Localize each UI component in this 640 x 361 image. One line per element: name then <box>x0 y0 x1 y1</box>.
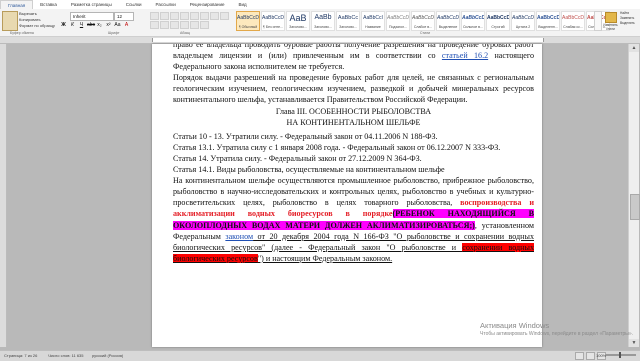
group-label-styles: Стили <box>420 31 431 35</box>
change-styles-label: Изменить стили <box>603 23 618 31</box>
paragraph-buttons <box>150 12 230 30</box>
align-right-icon[interactable] <box>170 21 179 29</box>
scroll-down-icon[interactable]: ▼ <box>629 339 639 347</box>
article-14: Статья 14. Утратила силу. - Федеральный … <box>173 153 422 163</box>
decrease-indent-icon[interactable] <box>180 12 189 20</box>
numbering-icon[interactable] <box>160 12 169 20</box>
clipboard-group: Вырезать Копировать Формат по образцу <box>2 11 55 33</box>
styles-gallery: AaBbCcDc ¶ Обычный AaBbCcDc ¶ Без инте... … <box>236 11 611 31</box>
subscript-button[interactable]: x₂ <box>96 22 103 29</box>
borders-icon[interactable] <box>200 21 209 29</box>
zoom-slider[interactable] <box>606 352 636 358</box>
style-emphasis[interactable]: AaBbCcDc Выделение <box>436 11 460 31</box>
watermark-subtitle: Чтобы активировать Windows, перейдите в … <box>480 331 634 337</box>
paragraph-drilling-permit: право ее владельца проводить буровые раб… <box>173 44 535 72</box>
document-page[interactable]: право ее владельца проводить буровые раб… <box>152 44 542 347</box>
group-label-paragraph: Абзац <box>180 31 190 35</box>
style-heading-2[interactable]: AaBb Заголово... <box>311 11 335 31</box>
tab-review[interactable]: Рецензирование <box>183 0 232 9</box>
chapter-title-line-1: Глава III. ОСОБЕННОСТИ РЫБОЛОВСТВА <box>275 106 432 116</box>
copy-button[interactable]: Копировать <box>19 17 41 22</box>
tab-view[interactable]: Вид <box>232 0 254 9</box>
paragraph-fishing-types: На континентальном шельфе осуществляются… <box>173 176 534 263</box>
align-center-icon[interactable] <box>160 21 169 29</box>
change-case-button[interactable]: Аа <box>114 22 121 29</box>
line-spacing-icon[interactable] <box>220 12 229 20</box>
horizontal-ruler[interactable] <box>0 37 640 44</box>
align-left-icon[interactable] <box>150 21 159 29</box>
font-name-select[interactable]: Inherit <box>70 12 114 21</box>
style-no-spacing[interactable]: AaBbCcDc ¶ Без инте... <box>261 11 285 31</box>
group-label-clipboard: Буфер обмена <box>10 31 34 35</box>
editing-group: Найти Заменить Выделить <box>620 11 638 26</box>
scroll-up-icon[interactable]: ▲ <box>629 44 639 52</box>
windows-activation-watermark: Активация Windows Чтобы активировать Win… <box>480 321 633 339</box>
group-labels: Буфер обмена Шрифт Абзац Стили <box>0 31 640 36</box>
tab-insert[interactable]: Вставка <box>33 0 64 9</box>
tab-mailings[interactable]: Рассылки <box>149 0 183 9</box>
tab-references[interactable]: Ссылки <box>119 0 149 9</box>
vertical-ruler[interactable] <box>0 44 7 347</box>
increase-indent-icon[interactable] <box>190 12 199 20</box>
style-intense-quote[interactable]: AaBbCcDcВыделенн... <box>536 11 560 31</box>
styles-scroll-arrows[interactable] <box>594 11 602 31</box>
article-10-13: Статьи 10 - 13. Утратили силу. - Федерал… <box>173 131 438 141</box>
paste-icon[interactable] <box>2 11 18 31</box>
underline-button[interactable]: Ч <box>78 22 85 29</box>
status-language[interactable]: русский (Россия) <box>92 353 123 358</box>
article-13-1: Статья 13.1. Утратила силу с 1 января 20… <box>173 142 501 152</box>
cut-button[interactable]: Вырезать <box>19 11 37 16</box>
multilevel-list-icon[interactable] <box>170 12 179 20</box>
style-heading-1[interactable]: AaB Заголово... <box>286 11 310 31</box>
format-buttons: Ж К Ч abc x₂ x² Аа А <box>60 22 130 29</box>
style-subtle-reference[interactable]: AaBbCcDc Слабая сс... <box>561 11 585 31</box>
style-heading-3[interactable]: AaBbCc Заголово... <box>336 11 360 31</box>
ribbon: Вырезать Копировать Формат по образцу In… <box>0 9 640 37</box>
document-text: право ее владельца проводить буровые раб… <box>173 44 534 264</box>
style-subtle-emphasis[interactable]: AaBbCcDc Слабое в... <box>411 11 435 31</box>
print-layout-icon[interactable] <box>575 352 584 360</box>
font-size-select[interactable]: 12 <box>114 12 134 21</box>
paragraph-drilling-order: Порядок выдачи разрешений на проведение … <box>173 73 534 105</box>
watermark-title: Активация Windows <box>480 321 550 330</box>
full-screen-icon[interactable] <box>586 352 595 360</box>
select-button[interactable]: Выделить <box>620 21 638 26</box>
superscript-button[interactable]: x² <box>105 22 112 29</box>
style-title[interactable]: AaBbCcI Название <box>361 11 385 31</box>
group-label-font: Шрифт <box>108 31 120 35</box>
zoom-level[interactable]: 100% <box>596 353 606 358</box>
link-article-16-2[interactable]: статьей 16.2 <box>442 51 488 60</box>
font-color-button[interactable]: А <box>123 22 130 29</box>
shading-icon[interactable] <box>190 21 199 29</box>
change-styles-icon <box>604 12 617 23</box>
style-subtitle[interactable]: AaBbCcDc Подзагол... <box>386 11 410 31</box>
scroll-thumb[interactable] <box>630 194 640 220</box>
tab-page-layout[interactable]: Разметка страницы <box>64 0 119 9</box>
bold-button[interactable]: Ж <box>60 22 67 29</box>
status-words[interactable]: Число слов: 11 635 <box>48 353 84 358</box>
bullets-icon[interactable] <box>150 12 159 20</box>
format-painter-button[interactable]: Формат по образцу <box>19 23 55 28</box>
style-normal[interactable]: AaBbCcDc ¶ Обычный <box>236 11 260 31</box>
italic-button[interactable]: К <box>69 22 76 29</box>
sort-icon[interactable] <box>200 12 209 20</box>
vertical-scrollbar[interactable]: ▲ ▼ <box>628 44 640 347</box>
article-14-1-heading: Статья 14.1. Виды рыболовства, осуществл… <box>173 165 445 175</box>
style-intense-emphasis[interactable]: AaBbCcDcСильное в... <box>461 11 485 31</box>
status-page[interactable]: Страница: 7 из 26 <box>4 353 37 358</box>
strikethrough-button[interactable]: abc <box>87 22 95 29</box>
status-bar: Страница: 7 из 26 Число слов: 11 635 рус… <box>0 350 640 361</box>
chapter-title-line-2: НА КОНТИНЕНТАЛЬНОМ ШЕЛЬФЕ <box>286 117 421 127</box>
style-quote-2[interactable]: AaBbCcDc Цитата 2 <box>511 11 535 31</box>
justify-icon[interactable] <box>180 21 189 29</box>
show-marks-icon[interactable] <box>210 12 219 20</box>
change-styles-button[interactable]: Изменить стили <box>603 11 618 31</box>
style-strong[interactable]: AaBbCcDcСтрогий <box>486 11 510 31</box>
link-federal-law[interactable]: законом <box>225 232 253 241</box>
